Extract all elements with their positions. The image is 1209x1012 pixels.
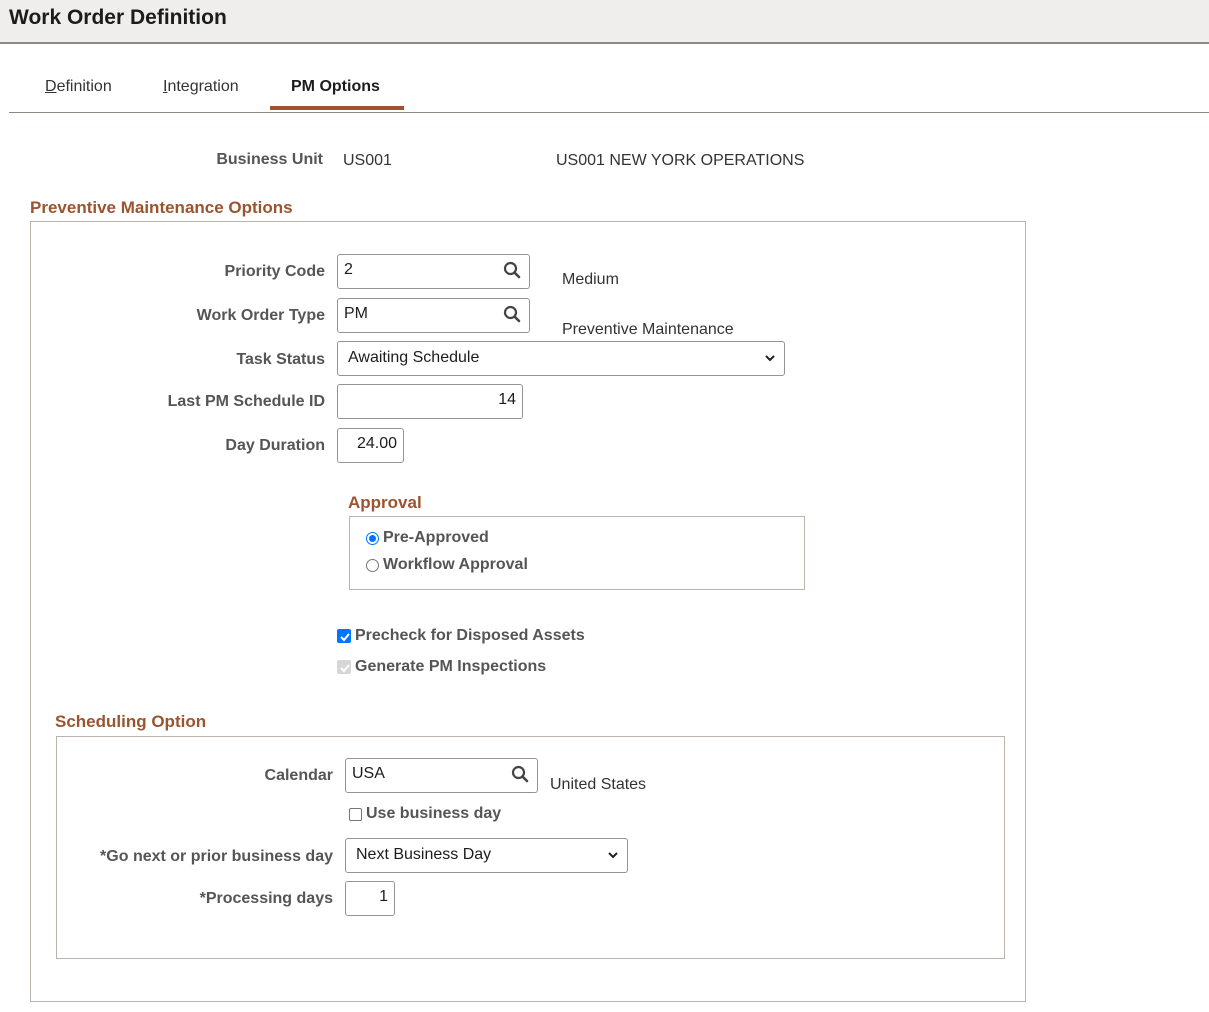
- precheck-disposed-assets-option[interactable]: Precheck for Disposed Assets: [337, 627, 585, 645]
- pre-approved-option[interactable]: Pre-Approved: [366, 529, 489, 547]
- task-status-select[interactable]: Awaiting Schedule: [337, 341, 785, 376]
- tab-integration[interactable]: Integration: [163, 78, 239, 96]
- tab-label-rest: efinition: [56, 78, 112, 95]
- priority-code-label: Priority Code: [224, 263, 325, 280]
- priority-code-description: Medium: [562, 271, 619, 288]
- priority-code-input[interactable]: 2: [337, 254, 530, 289]
- page-title: Work Order Definition: [9, 6, 227, 29]
- approval-title: Approval: [348, 493, 422, 512]
- last-pm-schedule-id-label: Last PM Schedule ID: [167, 393, 325, 410]
- go-next-prior-label: *Go next or prior business day: [100, 848, 333, 865]
- work-order-type-value: PM: [344, 305, 368, 322]
- generate-pm-inspections-checkbox: [337, 660, 351, 674]
- pm-options-title: Preventive Maintenance Options: [30, 198, 293, 217]
- work-order-type-description: Preventive Maintenance: [562, 321, 734, 338]
- tab-bar: Definition Integration PM Options: [9, 64, 1209, 113]
- precheck-disposed-assets-checkbox[interactable]: [337, 629, 351, 643]
- go-next-prior-select[interactable]: Next Business Day: [345, 838, 628, 873]
- day-duration-input[interactable]: 24.00: [337, 428, 404, 463]
- task-status-label: Task Status: [236, 351, 325, 368]
- pre-approved-label: Pre-Approved: [383, 529, 489, 546]
- day-duration-label: Day Duration: [225, 437, 325, 454]
- processing-days-input[interactable]: 1: [345, 881, 395, 916]
- business-unit-label: Business Unit: [216, 151, 323, 168]
- calendar-label: Calendar: [264, 767, 333, 784]
- search-icon[interactable]: [511, 765, 531, 785]
- business-unit-description: US001 NEW YORK OPERATIONS: [556, 152, 805, 169]
- pre-approved-radio[interactable]: [366, 531, 379, 545]
- tab-accesskey: D: [45, 78, 57, 95]
- work-order-type-label: Work Order Type: [196, 307, 325, 324]
- chevron-down-icon: [608, 852, 618, 859]
- last-pm-schedule-id-input[interactable]: 14: [337, 384, 523, 419]
- precheck-disposed-assets-label: Precheck for Disposed Assets: [355, 627, 585, 644]
- workflow-approval-label: Workflow Approval: [383, 556, 528, 573]
- checkmark-icon: [340, 664, 350, 673]
- approval-groupbox: [349, 516, 805, 590]
- calendar-value: USA: [352, 765, 385, 782]
- tab-label-rest: ntegration: [167, 78, 239, 95]
- page-header: Work Order Definition: [0, 0, 1209, 44]
- business-unit-value: US001: [343, 152, 392, 169]
- calendar-description: United States: [550, 776, 647, 793]
- task-status-value: Awaiting Schedule: [348, 349, 480, 366]
- tab-pm-options[interactable]: PM Options: [291, 78, 380, 96]
- active-tab-indicator: [270, 106, 404, 110]
- use-business-day-checkbox[interactable]: [349, 807, 362, 821]
- search-icon[interactable]: [503, 261, 523, 281]
- workflow-approval-option[interactable]: Workflow Approval: [366, 556, 528, 574]
- use-business-day-label: Use business day: [366, 805, 502, 822]
- use-business-day-option[interactable]: Use business day: [349, 805, 501, 823]
- go-next-prior-value: Next Business Day: [356, 846, 492, 863]
- checkmark-icon: [340, 633, 350, 642]
- generate-pm-inspections-option: Generate PM Inspections: [337, 658, 546, 676]
- priority-code-value: 2: [344, 261, 353, 278]
- processing-days-label: *Processing days: [199, 890, 333, 907]
- scheduling-option-title: Scheduling Option: [55, 712, 207, 731]
- workflow-approval-radio[interactable]: [366, 558, 379, 572]
- calendar-input[interactable]: USA: [345, 758, 538, 793]
- chevron-down-icon: [765, 355, 775, 362]
- work-order-type-input[interactable]: PM: [337, 298, 530, 333]
- search-icon[interactable]: [503, 305, 523, 325]
- generate-pm-inspections-label: Generate PM Inspections: [355, 658, 547, 675]
- tab-definition[interactable]: Definition: [45, 78, 112, 96]
